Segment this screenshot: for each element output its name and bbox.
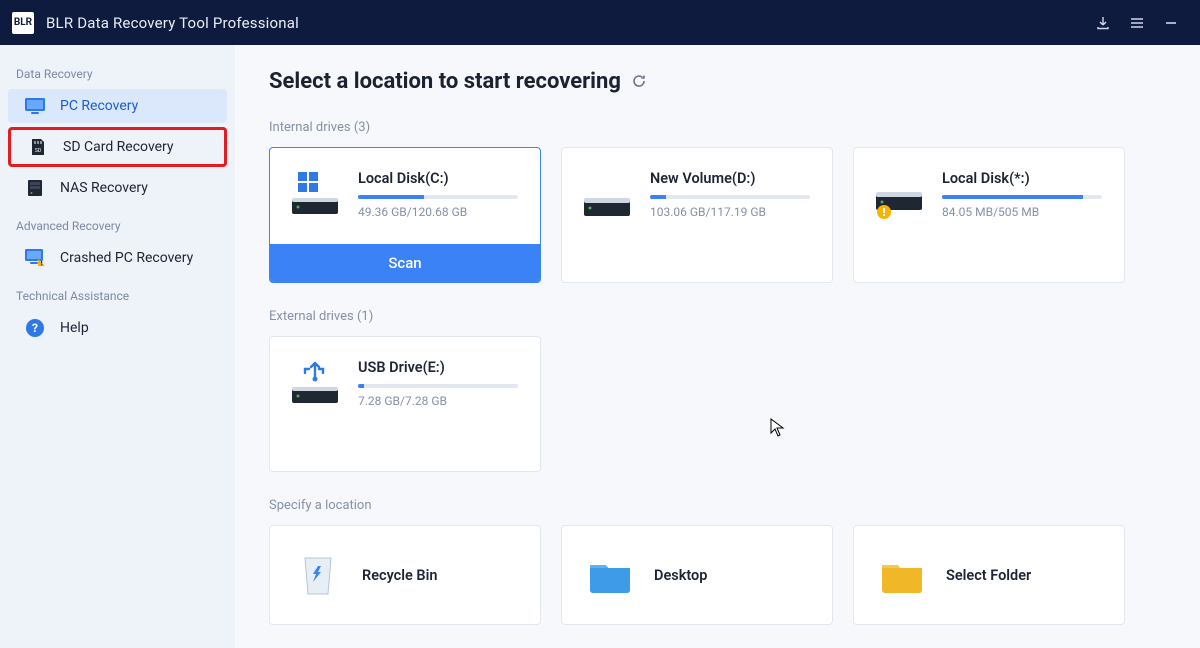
sidebar-item-label: NAS Recovery: [60, 180, 148, 196]
sidebar-item-crashed-pc-recovery[interactable]: Crashed PC Recovery: [8, 241, 227, 275]
drive-card-local-c[interactable]: Local Disk(C:) 49.36 GB/120.68 GB Scan: [269, 147, 541, 283]
drive-usage-bar: [942, 195, 1102, 199]
windows-drive-icon: [290, 170, 340, 220]
download-icon[interactable]: [1086, 6, 1120, 40]
scan-button[interactable]: Scan: [270, 244, 540, 282]
drive-usage-bar: [358, 195, 518, 199]
sidebar-group-label: Technical Assistance: [0, 277, 235, 309]
location-recycle-bin[interactable]: Recycle Bin: [269, 525, 541, 625]
desktop-folder-icon: [586, 551, 634, 599]
location-name: Recycle Bin: [362, 567, 438, 584]
sidebar-item-label: Crashed PC Recovery: [60, 250, 193, 266]
nas-icon: [24, 179, 46, 197]
sidebar-item-label: Help: [60, 320, 89, 336]
app-logo: BLR: [12, 12, 34, 34]
sidebar-group-label: Advanced Recovery: [0, 207, 235, 239]
usb-drive-icon: [290, 359, 340, 409]
specify-location-label: Specify a location: [269, 498, 1166, 513]
location-name: Desktop: [654, 567, 707, 584]
recycle-bin-icon: [294, 551, 342, 599]
monitor-icon: [24, 97, 46, 115]
folder-icon: [878, 551, 926, 599]
location-name: Select Folder: [946, 567, 1031, 584]
sidebar-group-label: Data Recovery: [0, 55, 235, 87]
page-title-text: Select a location to start recovering: [269, 69, 621, 94]
sidebar-item-sd-card-recovery[interactable]: SD SD Card Recovery: [8, 127, 227, 167]
drive-usage-bar: [358, 384, 518, 388]
svg-text:SD: SD: [35, 148, 41, 154]
drive-name: Local Disk(*:): [942, 170, 1102, 187]
sidebar-item-pc-recovery[interactable]: PC Recovery: [8, 89, 227, 123]
sidebar: Data Recovery PC Recovery SD SD Card Rec…: [0, 45, 235, 648]
location-select-folder[interactable]: Select Folder: [853, 525, 1125, 625]
drive-card-new-volume-d[interactable]: New Volume(D:) 103.06 GB/117.19 GB: [561, 147, 833, 283]
drive-name: USB Drive(E:): [358, 359, 518, 376]
drive-size: 49.36 GB/120.68 GB: [358, 205, 518, 219]
minimize-icon[interactable]: [1154, 6, 1188, 40]
external-drives-label: External drives (1): [269, 309, 1166, 324]
svg-text:?: ?: [32, 321, 38, 335]
titlebar: BLR BLR Data Recovery Tool Professional: [0, 0, 1200, 45]
drive-icon: [582, 170, 632, 220]
menu-icon[interactable]: [1120, 6, 1154, 40]
crashed-pc-icon: [24, 249, 46, 267]
drive-size: 7.28 GB/7.28 GB: [358, 394, 518, 408]
drive-card-usb-e[interactable]: USB Drive(E:) 7.28 GB/7.28 GB: [269, 336, 541, 472]
sd-card-icon: SD: [27, 138, 49, 156]
help-icon: ?: [24, 319, 46, 337]
drive-usage-bar: [650, 195, 810, 199]
sidebar-item-label: SD Card Recovery: [63, 139, 174, 155]
sidebar-item-help[interactable]: ? Help: [8, 311, 227, 345]
drive-card-local-star[interactable]: Local Disk(*:) 84.05 MB/505 MB: [853, 147, 1125, 283]
main-content: Select a location to start recovering In…: [235, 45, 1200, 648]
refresh-icon[interactable]: [631, 73, 649, 91]
location-desktop[interactable]: Desktop: [561, 525, 833, 625]
page-title: Select a location to start recovering: [269, 69, 1166, 94]
drive-warning-icon: [874, 170, 924, 220]
drive-name: Local Disk(C:): [358, 170, 518, 187]
drive-name: New Volume(D:): [650, 170, 810, 187]
app-title: BLR Data Recovery Tool Professional: [46, 14, 299, 32]
sidebar-item-label: PC Recovery: [60, 98, 138, 114]
drive-size: 103.06 GB/117.19 GB: [650, 205, 810, 219]
internal-drives-label: Internal drives (3): [269, 120, 1166, 135]
drive-size: 84.05 MB/505 MB: [942, 205, 1102, 219]
sidebar-item-nas-recovery[interactable]: NAS Recovery: [8, 171, 227, 205]
